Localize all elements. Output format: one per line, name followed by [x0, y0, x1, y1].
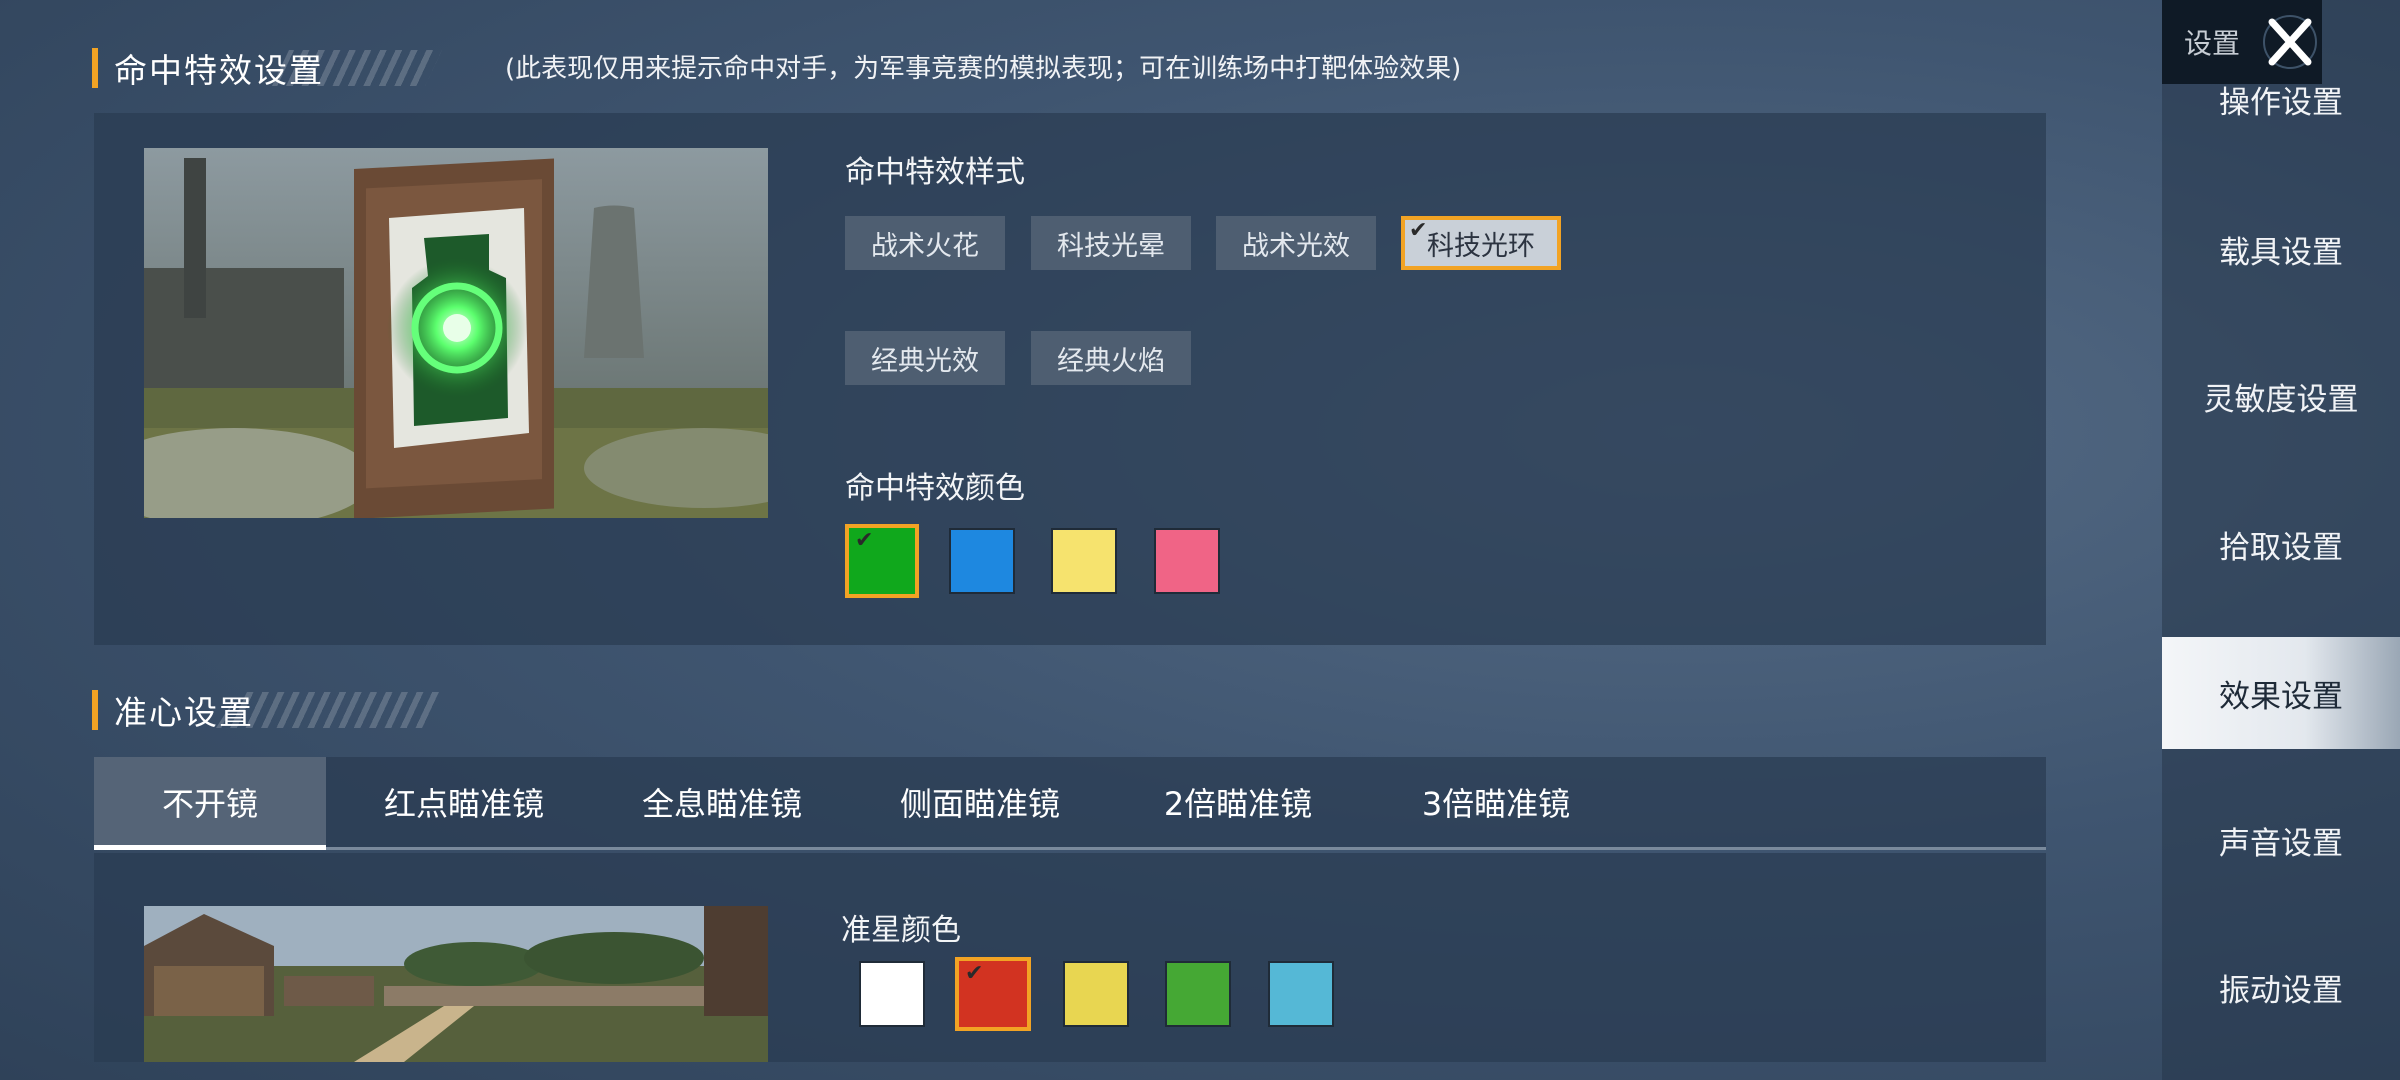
checkmark-icon: ✔: [1409, 218, 1428, 243]
header-accent-bar: [92, 690, 98, 730]
tab-red-dot[interactable]: 红点瞄准镜: [344, 757, 584, 847]
style-button-tactical-spark[interactable]: 战术火花: [845, 216, 1005, 270]
sidebar-item-vehicle[interactable]: 载具设置: [2162, 193, 2400, 305]
style-button-tech-ring[interactable]: ✔ 科技光环: [1401, 216, 1561, 270]
crosshair-header: 准心设置: [92, 688, 446, 732]
header-hatch-decoration: [272, 50, 442, 86]
hit-effect-color-label: 命中特效颜色: [845, 471, 1025, 506]
checkmark-icon: ✔: [855, 528, 874, 553]
settings-title: 设置: [2184, 27, 2241, 60]
crosshair-color-swatch-yellow[interactable]: [1063, 961, 1129, 1027]
hit-color-swatch-blue[interactable]: [949, 528, 1015, 594]
sidebar-item-sensitivity[interactable]: 灵敏度设置: [2162, 340, 2400, 452]
tab-2x-scope[interactable]: 2倍瞄准镜: [1118, 757, 1358, 847]
hit-effect-header: 命中特效设置: [92, 46, 442, 90]
header-accent-bar: [92, 48, 98, 88]
style-button-classic-flame[interactable]: 经典火焰: [1031, 331, 1191, 385]
style-button-tech-halo[interactable]: 科技光晕: [1031, 216, 1191, 270]
settings-sidebar: 操作设置 载具设置 灵敏度设置 拾取设置 效果设置 声音设置 振动设置: [2162, 0, 2400, 1080]
crosshair-color-swatch-white[interactable]: [859, 961, 925, 1027]
sidebar-item-sound[interactable]: 声音设置: [2162, 784, 2400, 896]
crosshair-color-swatch-red[interactable]: ✔: [955, 957, 1031, 1031]
close-x-icon[interactable]: [2258, 0, 2322, 84]
crosshair-color-swatch-cyan[interactable]: [1268, 961, 1334, 1027]
tab-side-scope[interactable]: 侧面瞄准镜: [860, 757, 1100, 847]
style-button-classic-light[interactable]: 经典光效: [845, 331, 1005, 385]
tab-no-scope[interactable]: 不开镜: [94, 757, 326, 850]
hit-color-swatch-green[interactable]: ✔: [845, 524, 919, 598]
checkmark-icon: ✔: [965, 961, 984, 986]
hit-effect-hint: (此表现仅用来提示命中对手，为军事竞赛的模拟表现；可在训练场中打靶体验效果): [505, 54, 1462, 84]
crosshair-preview-image: [144, 906, 768, 1062]
hit-color-swatch-pink[interactable]: [1154, 528, 1220, 594]
scope-tabs: 不开镜 红点瞄准镜 全息瞄准镜 侧面瞄准镜 2倍瞄准镜 3倍瞄准镜: [94, 757, 2046, 850]
crosshair-panel: 准星颜色 ✔: [94, 853, 2046, 1062]
hit-effect-panel: 命中特效样式 战术火花 科技光晕 战术光效 ✔ 科技光环 经典光效 经典火焰 命…: [94, 113, 2046, 645]
tab-3x-scope[interactable]: 3倍瞄准镜: [1376, 757, 1616, 847]
sidebar-item-effects[interactable]: 效果设置: [2162, 637, 2400, 749]
crosshair-color-label: 准星颜色: [841, 913, 961, 948]
style-button-tactical-light[interactable]: 战术光效: [1216, 216, 1376, 270]
sidebar-item-pickup[interactable]: 拾取设置: [2162, 488, 2400, 600]
header-hatch-decoration: [216, 692, 446, 728]
crosshair-color-swatch-green[interactable]: [1165, 961, 1231, 1027]
hit-effect-style-label: 命中特效样式: [845, 155, 1025, 190]
tab-holographic[interactable]: 全息瞄准镜: [602, 757, 842, 847]
hit-color-swatch-yellow[interactable]: [1051, 528, 1117, 594]
hit-effect-preview-image: [144, 148, 768, 518]
sidebar-item-vibration[interactable]: 振动设置: [2162, 931, 2400, 1043]
